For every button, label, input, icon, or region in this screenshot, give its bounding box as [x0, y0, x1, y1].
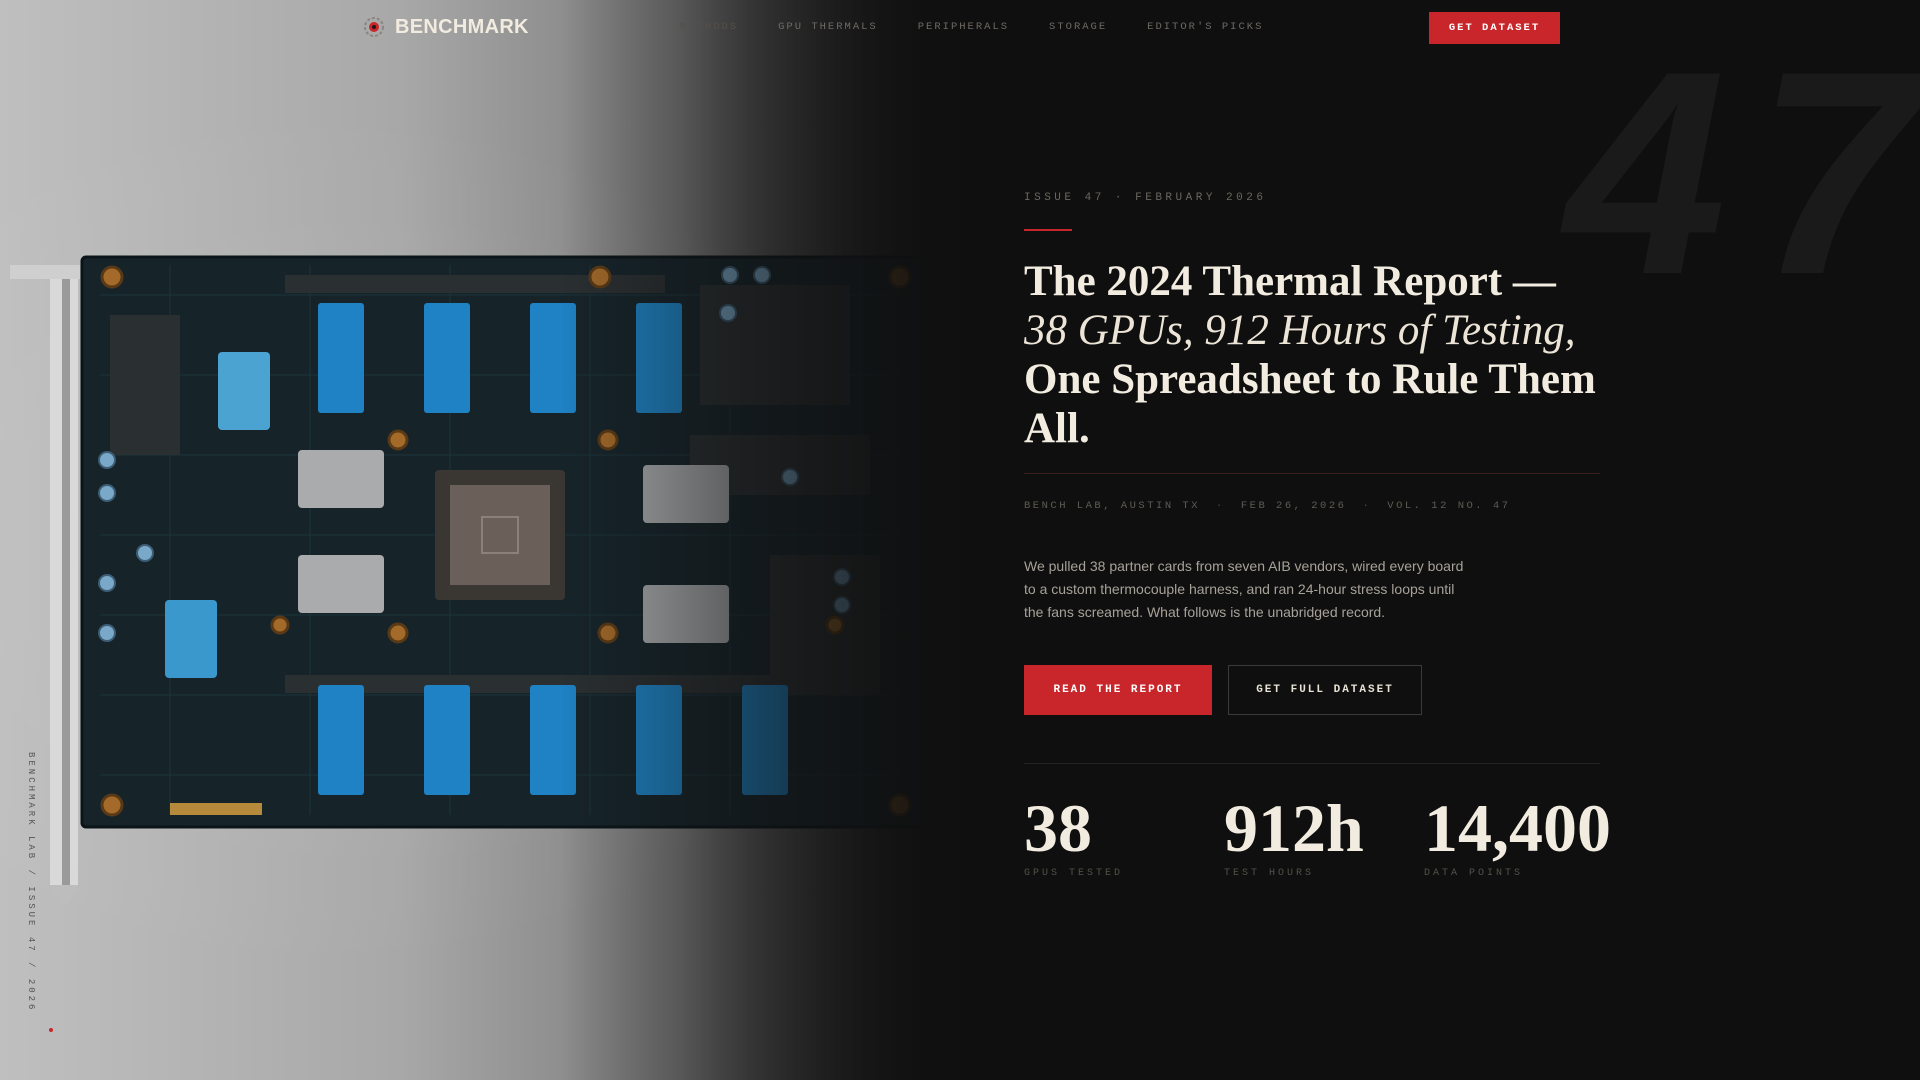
stat-data-points: 14,400 Data Points: [1424, 790, 1624, 879]
meta-separator: ·: [1362, 500, 1372, 512]
stat-gpus-tested: 38 GPUs Tested: [1024, 790, 1224, 879]
nav-link-methods[interactable]: Methods: [680, 21, 738, 33]
lead-paragraph: We pulled 38 partner cards from seven AI…: [1024, 558, 1464, 620]
stat-label: GPUs Tested: [1024, 868, 1124, 879]
brand-name: BENCHMARK: [395, 15, 529, 38]
headline-divider: [1024, 473, 1600, 474]
headline-line-1: The 2024 Thermal Report —: [1024, 258, 1556, 305]
hero-image: Benchmark Lab / Issue 47 / 2026: [0, 0, 1000, 1080]
brand[interactable]: BENCHMARK: [362, 15, 529, 39]
nav-link-gpu-thermals[interactable]: GPU Thermals: [778, 21, 878, 33]
accent-dot: [49, 1028, 53, 1032]
meta-separator: ·: [1216, 500, 1225, 512]
nav-link-storage[interactable]: Storage: [1049, 21, 1107, 33]
issue-kicker: Issue 47 · February 2026: [1024, 192, 1267, 204]
image-fade-overlay: [560, 0, 1000, 1080]
gear-chip-icon: [364, 17, 384, 37]
stat-value: 912h: [1224, 790, 1364, 866]
pcie-bracket: [10, 265, 80, 905]
headline-line-3: One Spreadsheet to Rule Them All.: [1024, 356, 1596, 452]
article-meta: Bench Lab, Austin TX · Feb 26, 2026 · Vo…: [1024, 500, 1511, 512]
gpu-die: [435, 470, 565, 600]
get-dataset-button[interactable]: Get Dataset: [1429, 12, 1560, 44]
read-report-button[interactable]: Read the Report: [1024, 665, 1212, 715]
nav-link-peripherals[interactable]: Peripherals: [918, 21, 1009, 33]
stat-value: 38: [1024, 790, 1092, 866]
meta-volume: Vol. 12 No. 47: [1387, 500, 1511, 512]
page-title: The 2024 Thermal Report — 38 GPUs, 912 H…: [1024, 257, 1624, 453]
stat-label: Test Hours: [1224, 868, 1315, 879]
stat-label: Data Points: [1424, 868, 1524, 879]
stat-test-hours: 912h Test Hours: [1224, 790, 1424, 879]
stat-value: 14,400: [1424, 790, 1611, 866]
stats-row: 38 GPUs Tested 912h Test Hours 14,400 Da…: [1024, 790, 1624, 879]
stats-divider: [1024, 763, 1600, 764]
nav-links: Methods GPU Thermals Peripherals Storage…: [680, 21, 1263, 33]
nav-link-editors-picks[interactable]: Editor's Picks: [1147, 21, 1263, 33]
side-caption: Benchmark Lab / Issue 47 / 2026: [26, 752, 36, 1013]
headline-line-2: 38 GPUs, 912 Hours of Testing,: [1024, 307, 1576, 354]
meta-location: Bench Lab, Austin TX: [1024, 500, 1201, 512]
get-full-dataset-button[interactable]: Get Full Dataset: [1228, 665, 1422, 715]
meta-date: Feb 26, 2026: [1240, 500, 1347, 512]
kicker-accent-rule: [1024, 229, 1072, 231]
